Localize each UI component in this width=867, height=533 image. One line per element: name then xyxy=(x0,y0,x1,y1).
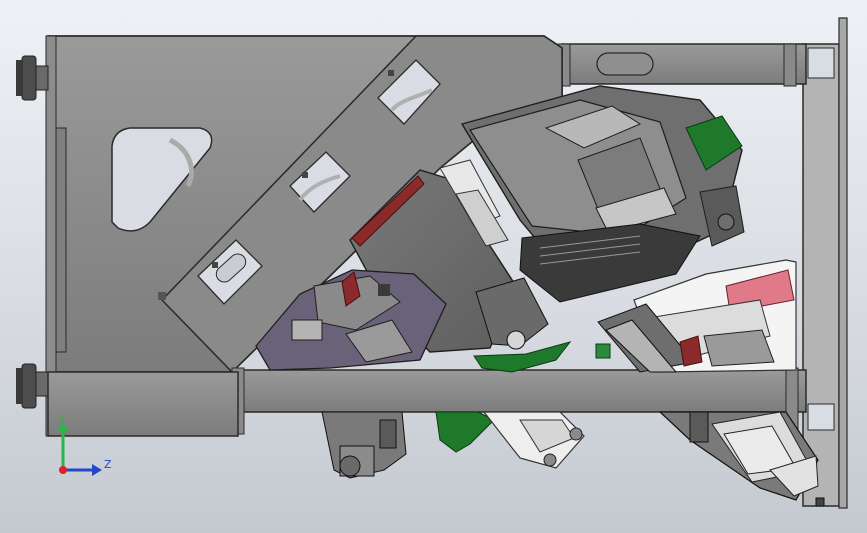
top-rail xyxy=(557,43,807,87)
cad-viewport[interactable]: Y Z xyxy=(0,0,867,533)
white-slide-unit xyxy=(482,411,585,469)
assembly-model[interactable]: Y Z xyxy=(0,0,867,533)
bottom-motor xyxy=(321,411,407,479)
leveling-feet xyxy=(16,55,49,409)
triad-y-label: Y xyxy=(57,414,65,427)
triad-z-label: Z xyxy=(104,458,112,471)
linear-module xyxy=(658,411,819,501)
right-frame xyxy=(802,17,848,509)
